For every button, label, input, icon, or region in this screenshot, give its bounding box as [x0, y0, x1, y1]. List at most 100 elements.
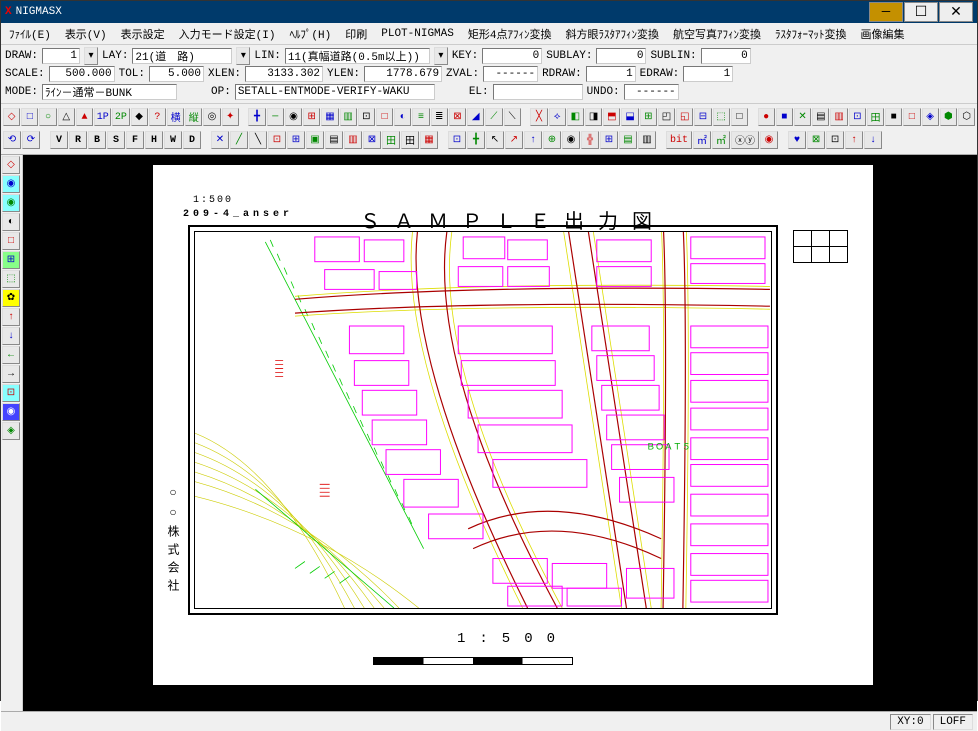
sidetool-11[interactable]: → — [2, 365, 20, 383]
tool-r2-6[interactable]: ▤ — [325, 131, 343, 149]
tool-r2-24[interactable]: ㎡ — [693, 131, 711, 149]
tool-r1-24[interactable]: ⊠ — [449, 108, 466, 126]
tool-r1-46[interactable]: 田 — [867, 108, 884, 126]
undo-field[interactable]: ------ — [624, 84, 679, 100]
menu-1[interactable]: 表示(V) — [61, 24, 111, 44]
tool-r1-50[interactable]: ⬢ — [940, 108, 957, 126]
tool-r1-13[interactable]: ╋ — [248, 108, 265, 126]
tool-r1-49[interactable]: ◈ — [922, 108, 939, 126]
sidetool-0[interactable]: ◇ — [2, 156, 20, 174]
tool-r2-21[interactable]: ▤ — [619, 131, 637, 149]
tool-r2-2[interactable]: ╲ — [249, 131, 267, 149]
tool-r1-45[interactable]: ⊡ — [849, 108, 866, 126]
tool-r1-26[interactable]: ⟋ — [485, 108, 502, 126]
tool-r2-32[interactable]: ↓ — [864, 131, 882, 149]
lin-field[interactable]: 11(真幅道路(0.5m以上)) — [285, 48, 430, 64]
sublin-field[interactable]: 0 — [701, 48, 751, 64]
tool-r2-27[interactable]: ◉ — [760, 131, 778, 149]
dropdown-icon[interactable]: ▾ — [434, 47, 448, 65]
tool-r2-16[interactable]: ↑ — [524, 131, 542, 149]
rdraw-field[interactable]: 1 — [586, 66, 636, 82]
tool-r1-2[interactable]: ○ — [39, 108, 56, 126]
tool-r1-10[interactable]: 縦 — [185, 108, 202, 126]
sidetool-6[interactable]: ⬚ — [2, 270, 20, 288]
menu-0[interactable]: ﾌｧｲﾙ(E) — [5, 24, 55, 44]
tool-r2-20[interactable]: ⊞ — [600, 131, 618, 149]
tool-nav-0[interactable]: ⟲ — [3, 131, 21, 149]
tool-r2-26[interactable]: ⓧⓨ — [731, 131, 759, 149]
tool-r1-16[interactable]: ⊞ — [303, 108, 320, 126]
tool-r1-17[interactable]: ▦ — [321, 108, 338, 126]
tool-r2-25[interactable]: ㎡ — [712, 131, 730, 149]
menu-3[interactable]: 入力モード設定(I) — [175, 24, 280, 44]
tool-r2-13[interactable]: ╋ — [467, 131, 485, 149]
tool-r2-18[interactable]: ◉ — [562, 131, 580, 149]
tool-r1-5[interactable]: 1P — [94, 108, 111, 126]
tool-r1-38[interactable]: ⬚ — [713, 108, 730, 126]
drawing-canvas[interactable]: 1:500 209-4_anser ＳＡＭＰＬＥ出力図 ○○株式会社 — [23, 155, 977, 711]
menu-5[interactable]: 印刷 — [341, 24, 371, 44]
menu-11[interactable]: 画像編集 — [856, 24, 908, 44]
tool-r1-0[interactable]: ◇ — [3, 108, 20, 126]
tool-r1-12[interactable]: ✦ — [222, 108, 239, 126]
close-button[interactable]: ✕ — [939, 2, 973, 22]
tool-r2-29[interactable]: ⊠ — [807, 131, 825, 149]
tool-r1-21[interactable]: ◐ — [394, 108, 411, 126]
draw-field[interactable]: 1 — [42, 48, 80, 64]
zval-field[interactable]: ------ — [483, 66, 538, 82]
sidetool-4[interactable]: □ — [2, 232, 20, 250]
sidetool-1[interactable]: ◉ — [2, 175, 20, 193]
tool-r1-7[interactable]: ◆ — [131, 108, 148, 126]
tool-r1-1[interactable]: □ — [21, 108, 38, 126]
menu-8[interactable]: 斜方眼ﾗｽﾀｱﾌｨﾝ変換 — [561, 24, 663, 44]
tool-r1-6[interactable]: 2P — [112, 108, 129, 126]
scale-field[interactable]: 500.000 — [49, 66, 115, 82]
tool-r1-30[interactable]: ◧ — [567, 108, 584, 126]
tool-r1-20[interactable]: □ — [376, 108, 393, 126]
tool-r2-4[interactable]: ⊞ — [287, 131, 305, 149]
tool-r1-22[interactable]: ≡ — [412, 108, 429, 126]
tool-r1-33[interactable]: ⬓ — [621, 108, 638, 126]
sidetool-3[interactable]: ◐ — [2, 213, 20, 231]
tool-r2-1[interactable]: ╱ — [230, 131, 248, 149]
tool-letter-H[interactable]: H — [145, 131, 163, 149]
tool-r1-48[interactable]: □ — [903, 108, 920, 126]
tool-r1-18[interactable]: ▥ — [340, 108, 357, 126]
tool-r2-9[interactable]: 田 — [382, 131, 400, 149]
tool-r1-31[interactable]: ◨ — [585, 108, 602, 126]
tool-r1-37[interactable]: ⊟ — [694, 108, 711, 126]
menu-9[interactable]: 航空写真ｱﾌｨﾝ変換 — [669, 24, 765, 44]
mode-field[interactable]: ﾗｲﾝ－通常－BUNK — [42, 84, 177, 100]
tool-r1-4[interactable]: ▲ — [76, 108, 93, 126]
menu-6[interactable]: PLOT-NIGMAS — [377, 26, 458, 42]
sidetool-2[interactable]: ◉ — [2, 194, 20, 212]
tool-r2-0[interactable]: ✕ — [211, 131, 229, 149]
menu-10[interactable]: ﾗｽﾀﾌｫｰﾏｯﾄ変換 — [771, 24, 851, 44]
tool-r2-31[interactable]: ↑ — [845, 131, 863, 149]
menu-7[interactable]: 矩形4点ｱﾌｨﾝ変換 — [464, 24, 556, 44]
xlen-field[interactable]: 3133.302 — [245, 66, 323, 82]
menu-2[interactable]: 表示設定 — [117, 24, 169, 44]
tool-r2-12[interactable]: ⊡ — [448, 131, 466, 149]
tool-r1-3[interactable]: △ — [58, 108, 75, 126]
tool-r1-39[interactable]: □ — [731, 108, 748, 126]
tool-r1-27[interactable]: ⟍ — [504, 108, 521, 126]
tool-r1-36[interactable]: ◱ — [676, 108, 693, 126]
sublay-field[interactable]: 0 — [596, 48, 646, 64]
tool-r1-15[interactable]: ◉ — [285, 108, 302, 126]
tool-r2-11[interactable]: ▦ — [420, 131, 438, 149]
tool-r1-8[interactable]: ? — [149, 108, 166, 126]
tool-r2-30[interactable]: ⊡ — [826, 131, 844, 149]
tool-letter-V[interactable]: V — [50, 131, 68, 149]
sidetool-10[interactable]: ← — [2, 346, 20, 364]
tool-r1-35[interactable]: ◰ — [658, 108, 675, 126]
tool-r2-14[interactable]: ↖ — [486, 131, 504, 149]
sidetool-14[interactable]: ◈ — [2, 422, 20, 440]
sidetool-9[interactable]: ↓ — [2, 327, 20, 345]
menu-4[interactable]: ﾍﾙﾌﾟ(H) — [285, 24, 335, 44]
op-field[interactable]: SETALL-ENTMODE-VERIFY-WAKU — [235, 84, 435, 100]
tool-r2-22[interactable]: ▥ — [638, 131, 656, 149]
tool-r2-28[interactable]: ♥ — [788, 131, 806, 149]
sidetool-13[interactable]: ◉ — [2, 403, 20, 421]
tool-r1-25[interactable]: ◢ — [467, 108, 484, 126]
